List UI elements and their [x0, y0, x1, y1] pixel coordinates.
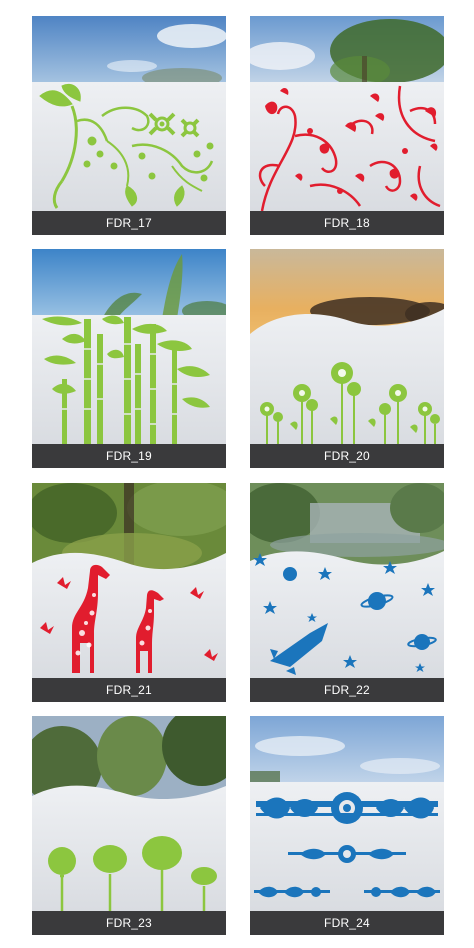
product-tile-fdr-22[interactable]: FDR_22	[250, 483, 444, 702]
product-image-fdr-18	[250, 16, 444, 211]
product-code-label: FDR_18	[250, 211, 444, 235]
product-code-label: FDR_23	[32, 911, 226, 935]
product-tile-fdr-24[interactable]: FDR_24	[250, 716, 444, 935]
product-tile-fdr-19[interactable]: FDR_19	[32, 249, 226, 468]
product-tile-fdr-20[interactable]: FDR_20	[250, 249, 444, 468]
product-image-fdr-19	[32, 249, 226, 444]
product-tile-fdr-18[interactable]: FDR_18	[250, 16, 444, 235]
product-image-fdr-24	[250, 716, 444, 911]
product-tile-fdr-21[interactable]: FDR_21	[32, 483, 226, 702]
product-image-fdr-20	[250, 249, 444, 444]
product-tile-fdr-17[interactable]: FDR_17	[32, 16, 226, 235]
product-code-label: FDR_21	[32, 678, 226, 702]
product-image-fdr-21	[32, 483, 226, 678]
product-image-fdr-23	[32, 716, 226, 911]
product-image-fdr-17	[32, 16, 226, 211]
product-tile-fdr-23[interactable]: FDR_23	[32, 716, 226, 935]
product-code-label: FDR_17	[32, 211, 226, 235]
product-code-label: FDR_19	[32, 444, 226, 468]
product-code-label: FDR_22	[250, 678, 444, 702]
product-code-label: FDR_24	[250, 911, 444, 935]
product-code-label: FDR_20	[250, 444, 444, 468]
product-image-fdr-22	[250, 483, 444, 678]
